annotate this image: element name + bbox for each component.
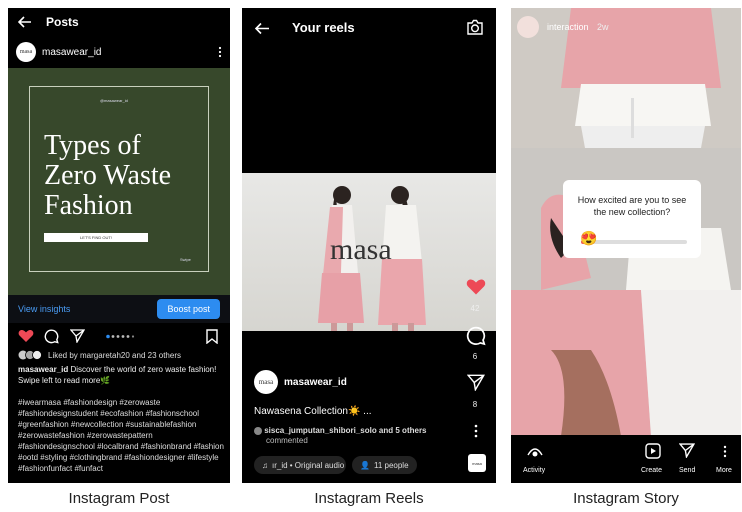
back-arrow-icon[interactable] <box>254 22 270 35</box>
bookmark-icon[interactable] <box>206 329 218 344</box>
story-time: 2w <box>597 22 609 32</box>
reel-video[interactable]: masa <box>242 173 496 331</box>
post-hashtags: #iwearmasa #fashiondesign #zerowaste #fa… <box>18 398 224 473</box>
commenter-avatar <box>254 426 262 435</box>
camera-icon[interactable] <box>466 19 484 35</box>
caption-reels: Instagram Reels <box>314 490 424 507</box>
audio-thumbnail[interactable]: masa <box>468 454 486 472</box>
blouse-figure <box>511 8 741 148</box>
reel-user-row: masa masawear_id <box>254 370 347 394</box>
instagram-story-screen: interaction 2w How excited are you to se… <box>511 8 741 483</box>
post-frame: @masawear_id Types of Zero Waste Fashion… <box>29 86 209 272</box>
avatar[interactable]: masa <box>16 42 36 62</box>
story-username[interactable]: interaction <box>547 22 589 32</box>
instagram-post-screen: Posts masa masawear_id @masawear_id Type… <box>8 8 230 483</box>
send-label[interactable]: Send <box>679 467 695 474</box>
lets-find-out-label: LET'S FIND OUT! <box>44 233 148 242</box>
heart-icon[interactable] <box>466 278 486 296</box>
username[interactable]: masawear_id <box>42 47 101 58</box>
poll-sticker[interactable]: How excited are you to see the new colle… <box>563 180 701 258</box>
activity-label[interactable]: Activity <box>523 467 545 474</box>
post-actions <box>8 326 230 348</box>
post-header: Posts <box>8 8 230 36</box>
insights-row: View insights Boost post <box>8 295 230 323</box>
instagram-reels-screen: Your reels masa 42 6 8 masa masawear_id … <box>242 8 496 483</box>
comment-summary[interactable]: sisca_jumputan_shibori_solo and 5 others… <box>254 426 444 446</box>
comments-count: 6 <box>472 352 478 361</box>
more-label[interactable]: More <box>716 467 732 474</box>
comment-summary-line: commented <box>266 436 308 445</box>
send-icon[interactable] <box>679 443 695 458</box>
username[interactable]: masawear_id <box>284 377 347 388</box>
page-title: Posts <box>46 15 79 29</box>
caption-username[interactable]: masawear_id <box>18 365 68 374</box>
liked-by-text[interactable]: Liked by margaretah20 and 23 others <box>48 351 181 360</box>
liked-by-row: Liked by margaretah20 and 23 others <box>18 350 181 360</box>
story-image-top <box>511 8 741 148</box>
more-options-icon[interactable] <box>474 424 478 438</box>
more-options-icon[interactable] <box>218 46 222 58</box>
caption-post: Instagram Post <box>68 490 170 507</box>
activity-icon[interactable] <box>527 445 543 459</box>
comment-icon[interactable] <box>44 329 59 344</box>
more-options-icon[interactable] <box>723 445 727 458</box>
heart-icon[interactable] <box>18 329 34 343</box>
carousel-dots <box>106 334 136 339</box>
comment-icon[interactable] <box>466 326 486 346</box>
page-title: Your reels <box>292 20 355 35</box>
comment-summary-line: sisca_jumputan_shibori_solo and 5 others <box>264 426 427 435</box>
story-bottom-bar: Activity Create Send More <box>511 435 741 483</box>
emoji-slider-handle[interactable]: 😍 <box>580 231 597 245</box>
pink-dress-figure <box>511 290 741 436</box>
create-label[interactable]: Create <box>641 467 662 474</box>
brand-logo: masa <box>330 233 392 266</box>
title-line: Fashion <box>44 190 133 221</box>
image-handle: @masawear_id <box>100 98 128 103</box>
view-insights-link[interactable]: View insights <box>18 304 70 314</box>
back-arrow-icon[interactable] <box>18 16 32 28</box>
post-caption: masawear_id Discover the world of zero w… <box>18 364 226 386</box>
caption-story: Instagram Story <box>573 490 679 507</box>
avatar[interactable] <box>517 16 539 38</box>
people-icon: 👤 <box>360 460 370 470</box>
title-line: Zero Waste <box>44 160 172 191</box>
create-icon[interactable] <box>645 443 661 459</box>
post-image-title: Types of Zero Waste Fashion <box>44 131 171 221</box>
post-image[interactable]: @masawear_id Types of Zero Waste Fashion… <box>8 68 230 298</box>
share-icon[interactable] <box>467 374 485 391</box>
people-label: 11 people <box>373 460 409 470</box>
avatar[interactable]: masa <box>254 370 278 394</box>
audio-pill[interactable]: ♫ ır_id • Original audio <box>254 456 346 474</box>
liker-avatars <box>18 350 42 360</box>
people-pill[interactable]: 👤 11 people <box>352 456 417 474</box>
shares-count: 8 <box>472 400 478 409</box>
share-icon[interactable] <box>70 329 85 343</box>
boost-post-button[interactable]: Boost post <box>157 299 220 319</box>
post-user-row: masa masawear_id <box>8 36 230 68</box>
swipe-label: Swipe <box>180 257 191 262</box>
poll-question: How excited are you to see the new colle… <box>577 195 687 217</box>
story-image-bottom <box>511 290 741 436</box>
likes-count: 42 <box>470 304 480 313</box>
reel-caption[interactable]: Nawasena Collection☀️ ... <box>254 406 372 417</box>
music-note-icon: ♫ <box>262 460 268 470</box>
audio-label: ır_id • Original audio <box>272 460 345 470</box>
title-line: Types of <box>44 130 141 161</box>
